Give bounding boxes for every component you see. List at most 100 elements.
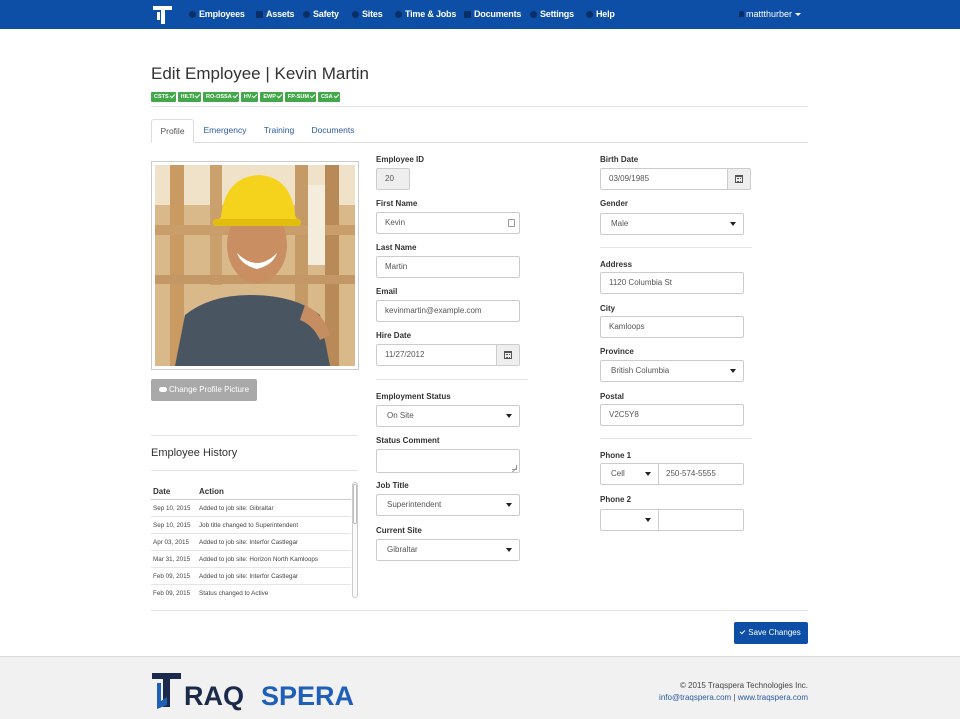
question-icon [586,11,593,18]
traqspera-brand-logo[interactable]: RAQ SPERA [151,671,383,711]
nav-safety[interactable]: Safety [303,9,339,19]
tab-documents[interactable]: Documents [309,119,357,143]
badge-ro-ossa: RO-OSSA [203,92,239,102]
page-footer: RAQ SPERA © 2015 Traqspera Technologies … [0,656,960,719]
check-icon [333,93,339,99]
copyright-text: © 2015 Traqspera Technologies Inc. [680,681,808,690]
job-title-label: Job Title [376,481,409,490]
first-name-field[interactable]: Kevin [376,212,520,234]
current-site-select[interactable]: Gibraltar [376,539,520,561]
birth-date-label: Birth Date [600,155,638,164]
current-site-label: Current Site [376,526,422,535]
hire-date-label: Hire Date [376,331,411,340]
history-divider-top [151,435,358,436]
check-icon [169,93,175,99]
employee-id-field: 20 [376,168,410,190]
badge-hv: HV [241,92,259,102]
top-navbar: Employees Assets Safety Sites Time & Job… [0,0,960,29]
phone2-type-select[interactable] [600,509,659,531]
nav-employees[interactable]: Employees [189,9,245,19]
job-title-select[interactable]: Superintendent [376,494,520,516]
history-scrollbar[interactable] [352,482,358,598]
globe-icon [352,11,359,18]
phone1-label: Phone 1 [600,451,631,460]
calendar-icon [504,351,512,359]
users-icon [189,11,196,18]
email-field[interactable]: kevinmartin@example.com [376,300,520,322]
gender-select[interactable]: Male [600,213,744,235]
address-divider [600,247,752,248]
footer-website-link[interactable]: www.traqspera.com [738,693,808,702]
tab-profile[interactable]: Profile [151,119,194,143]
caret-down-icon [795,13,801,16]
badge-fp-sum: FP-SUM [285,92,316,102]
history-col-action: Action [199,487,224,496]
nav-sites[interactable]: Sites [352,9,383,19]
check-icon [740,629,746,635]
employment-status-select[interactable]: On Site [376,405,520,427]
profile-photo [151,161,359,370]
phone1-type-select[interactable]: Cell [600,463,659,485]
phone2-number-field[interactable] [658,509,744,531]
save-changes-button[interactable]: Save Changes [734,622,808,644]
status-comment-label: Status Comment [376,436,440,445]
email-label: Email [376,287,397,296]
cloud-upload-icon [159,387,167,392]
calendar-icon [735,175,743,183]
traqspera-logo-icon[interactable] [152,5,174,25]
nav-time-jobs[interactable]: Time & Jobs [395,9,456,19]
postal-field[interactable]: V2C5Y8 [600,404,744,426]
hire-date-field[interactable]: 11/27/2012 [376,344,497,366]
table-row: Feb 09, 2015Added to job site: Interfor … [151,568,351,585]
tab-training[interactable]: Training [259,119,299,143]
shield-icon [303,11,310,18]
check-icon [277,93,283,99]
badge-hilti: HILTI [178,92,201,102]
employee-photo-image [155,165,355,366]
contact-links: info@traqspera.com | www.traqspera.com [659,693,808,702]
address-field[interactable]: 1120 Columbia St [600,272,744,294]
birth-date-field[interactable]: 03/09/1985 [600,168,728,190]
table-row: Apr 03, 2015Added to job site: Interfor … [151,534,351,551]
contact-card-icon [508,219,515,227]
employee-id-label: Employee ID [376,155,424,164]
last-name-field[interactable]: Martin [376,256,520,278]
postal-label: Postal [600,392,624,401]
province-select[interactable]: British Columbia [600,360,744,382]
user-menu[interactable]: mattthurber [739,9,801,19]
tab-emergency[interactable]: Emergency [200,119,250,143]
phone-divider [600,438,752,439]
last-name-label: Last Name [376,243,416,252]
hire-date-picker-button[interactable] [496,344,520,366]
change-profile-picture-button[interactable]: Change Profile Picture [151,379,257,401]
resize-handle-icon[interactable] [512,465,517,470]
badge-csts: CSTS [151,92,176,102]
address-label: Address [600,260,632,269]
check-icon [252,93,258,99]
check-icon [195,93,201,99]
history-scrollbar-thumb[interactable] [353,484,357,524]
footer-email-link[interactable]: info@traqspera.com [659,693,731,702]
nav-settings[interactable]: Settings [530,9,574,19]
nav-documents[interactable]: Documents [464,9,521,19]
birth-date-picker-button[interactable] [727,168,751,190]
city-label: City [600,304,615,313]
history-table-header: Date Action [151,482,351,500]
truck-icon [256,11,263,18]
clock-icon [395,11,402,18]
first-name-label: First Name [376,199,417,208]
nav-help[interactable]: Help [586,9,615,19]
check-icon [232,93,238,99]
brand-name-wordmark: RAQ [184,681,244,711]
folder-icon [464,11,471,18]
table-row: Sep 10, 2015Added to job site: Gibraltar [151,500,351,517]
history-col-date: Date [153,487,170,496]
gear-icon [530,11,537,18]
nav-assets[interactable]: Assets [256,9,294,19]
city-field[interactable]: Kamloops [600,316,744,338]
gender-label: Gender [600,199,628,208]
certification-badges: CSTSHILTIRO-OSSAHVEWPFP-SUMCSA [151,90,342,101]
brand-name-wordmark-accent: SPERA [261,681,354,711]
status-comment-textarea[interactable] [376,449,520,473]
phone1-number-field[interactable]: 250-574-5555 [658,463,744,485]
